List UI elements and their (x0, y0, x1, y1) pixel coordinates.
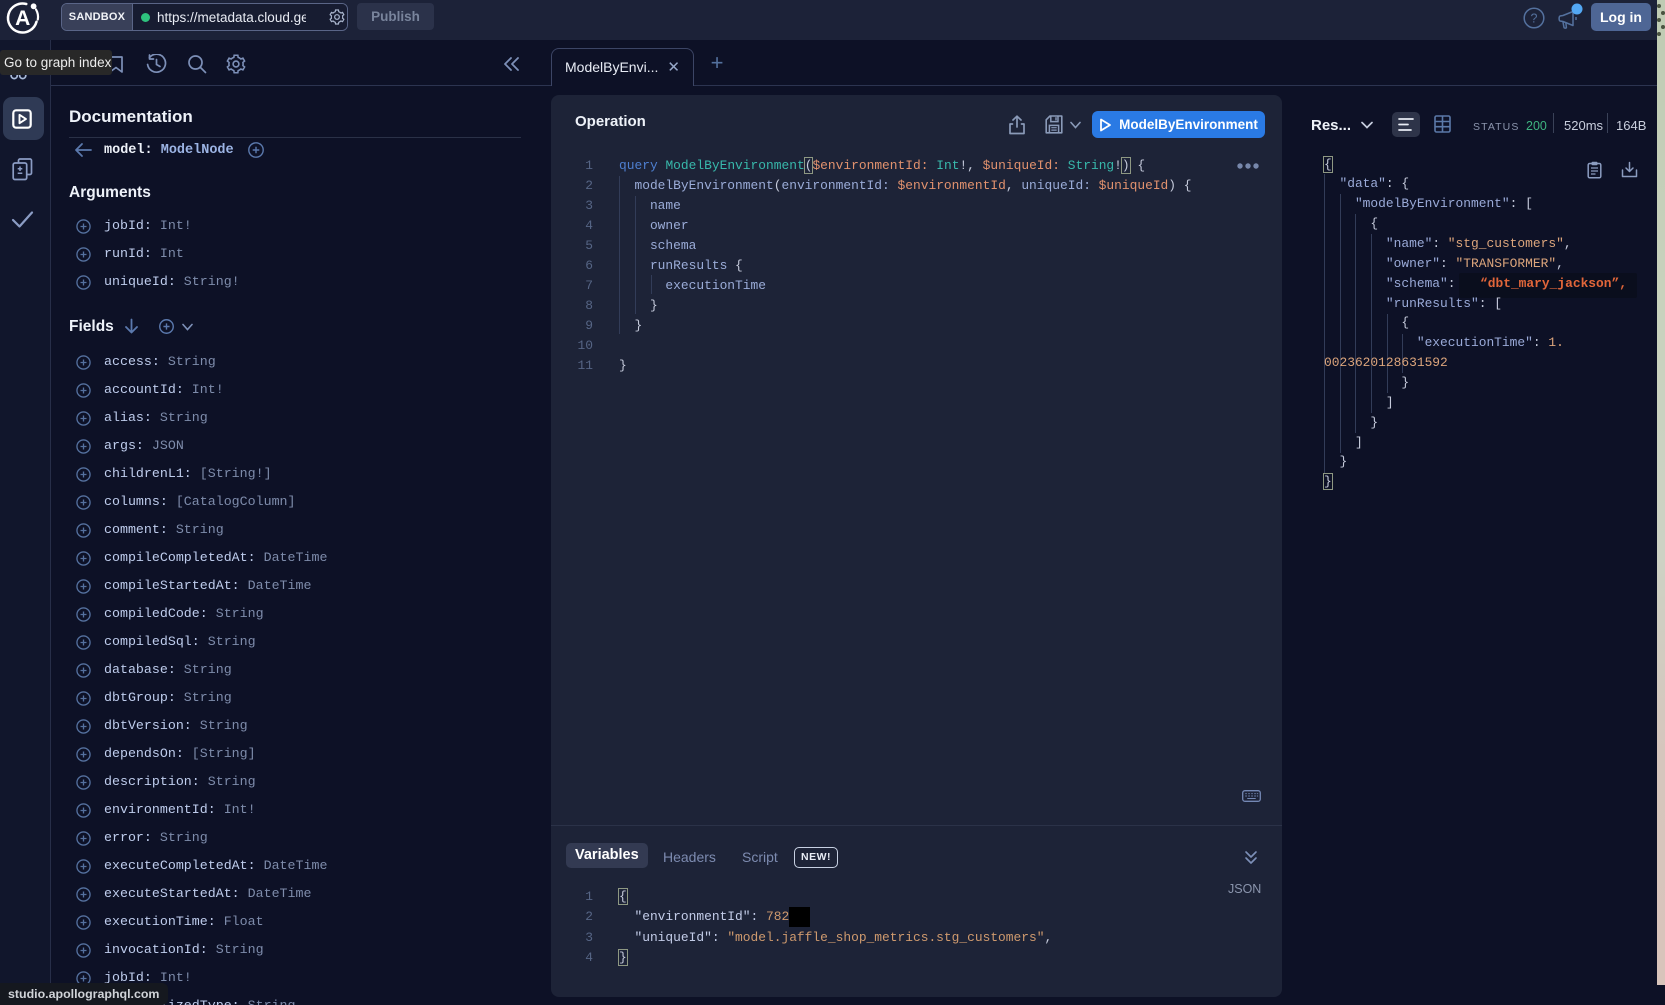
svg-text:A: A (15, 7, 30, 30)
svg-text:?: ? (1531, 12, 1538, 26)
